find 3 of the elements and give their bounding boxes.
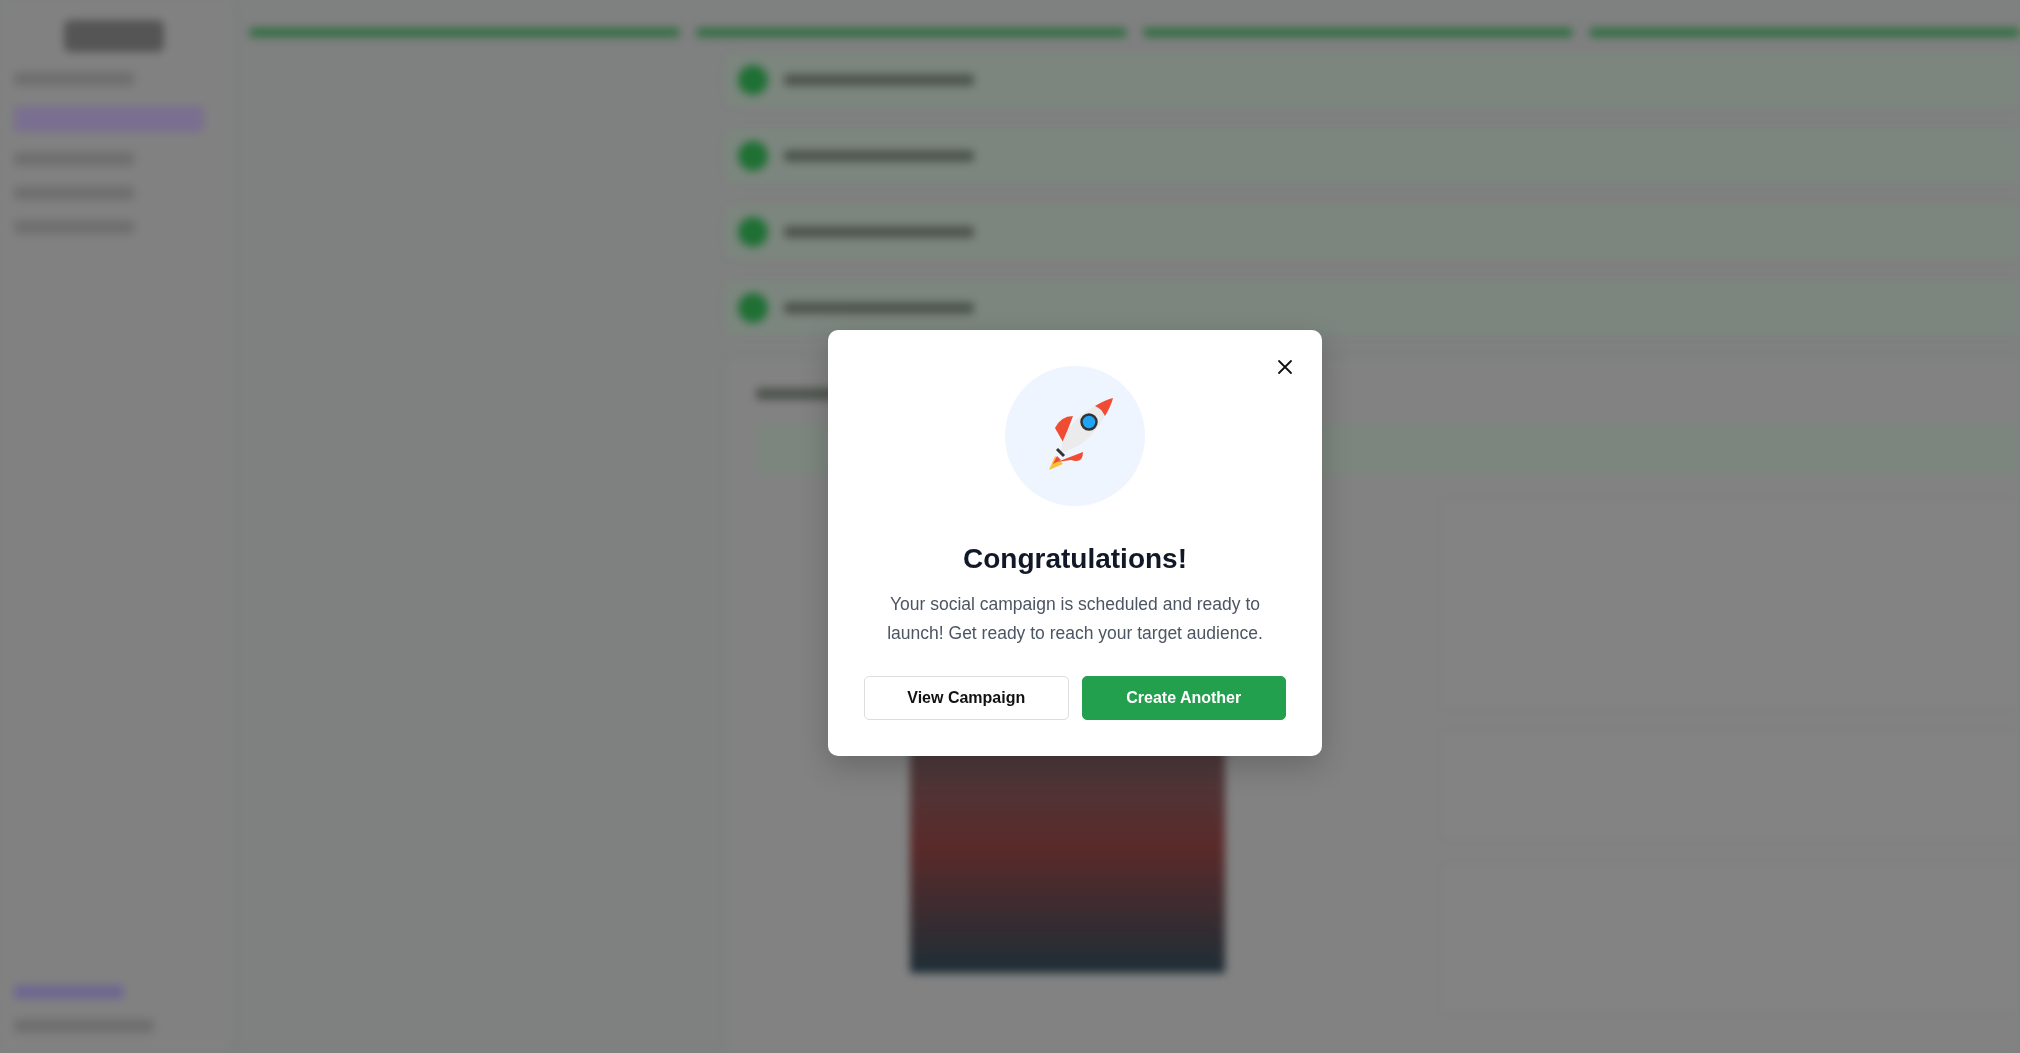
dialog-message: Your social campaign is scheduled and ready to launch! Get ready to reach your target audience. — [886, 592, 1264, 645]
dialog-title: Congratulations! — [963, 542, 1187, 576]
view-campaign-button[interactable]: View Campaign — [864, 675, 1069, 720]
